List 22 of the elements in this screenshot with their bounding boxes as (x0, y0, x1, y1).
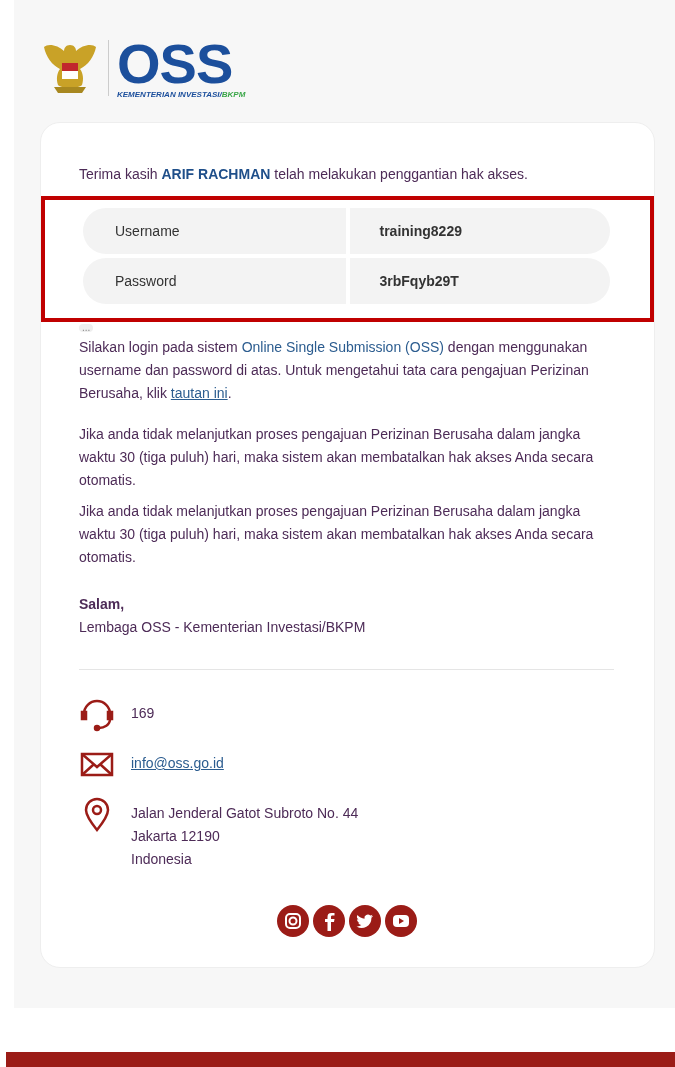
contact-text: Jakarta 12190 (131, 827, 221, 846)
notice-text: Jika anda tidak melanjutkan proses pengajuan Perizinan Berusaha dalam jangka waktu 30 (tiga puluh) hari, maka sistem akan membatalkan hak akses Anda secara otomatis. (79, 502, 595, 567)
contact-text: 169 (131, 704, 155, 723)
credential-label: Username (83, 208, 346, 254)
greeting-text: Terima kasih ARIF RACHMAN telah melakukan penggantian hak akses. (79, 165, 529, 184)
login-instructions: Silakan login pada sistem Online Single Submission (OSS) dengan menggunakan username dan password di atas. Untuk mengetahui tata cara pengajuan Perizinan Berusaha, klik tautan ini. (79, 338, 590, 403)
credential-value: 3rbFqyb29T (349, 258, 610, 304)
salutation: Salam, (79, 595, 126, 614)
guide-link[interactable]: tautan ini (170, 385, 228, 401)
credential-value: training8229 (349, 208, 610, 254)
instagram-icon[interactable] (276, 905, 309, 937)
contact-text: Indonesia (131, 850, 193, 869)
notice-text: Jika anda tidak melanjutkan proses pengajuan Perizinan Berusaha dalam jangka waktu 30 (tiga puluh) hari, maka sistem akan membatalkan hak akses Anda secara otomatis. (79, 425, 595, 490)
logo-subtitle: KEMENTERIAN INVESTASI/BKPM (117, 89, 246, 99)
contact-text: Jalan Jenderal Gatot Subroto No. 44 (131, 804, 359, 823)
facebook-icon[interactable] (312, 905, 345, 937)
email-link[interactable]: info@oss.go.id (131, 752, 224, 775)
credential-label: Password (83, 258, 346, 304)
twitter-icon[interactable] (348, 905, 381, 937)
logo-wordmark: OSS (117, 37, 233, 90)
sender-text: Lembaga OSS - Kementerian Investasi/BKPM (79, 618, 367, 637)
youtube-icon[interactable] (384, 905, 417, 937)
